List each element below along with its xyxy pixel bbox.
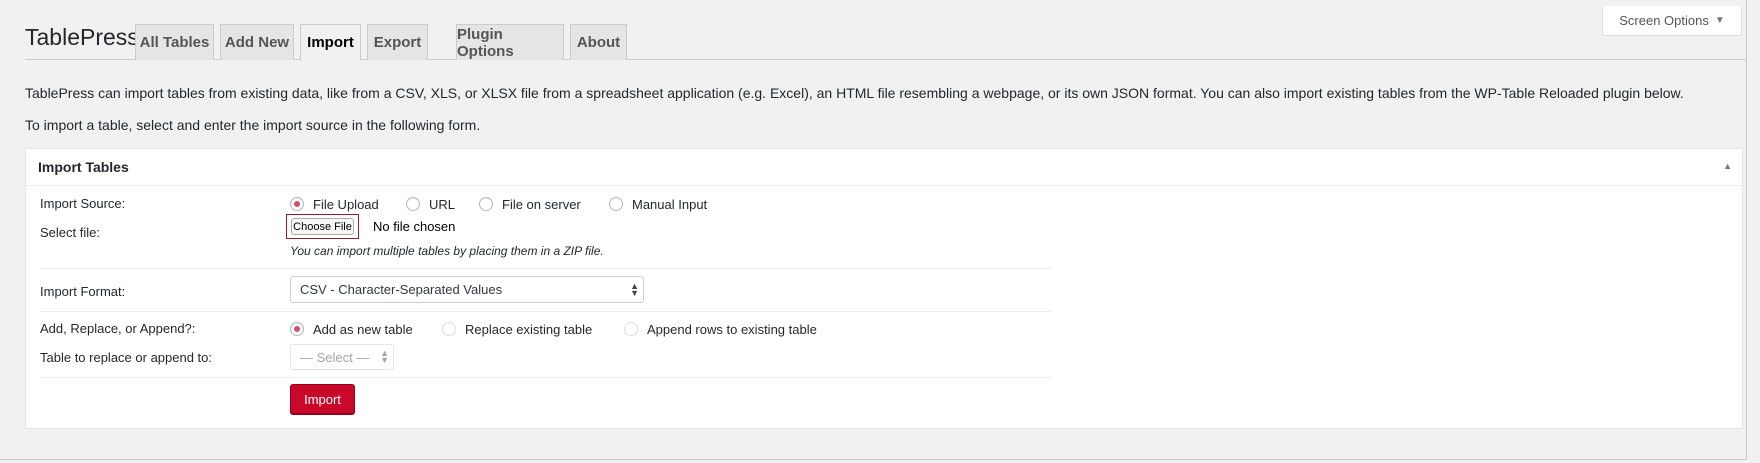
table-to-replace-label: Table to replace or append to: (40, 350, 213, 365)
radio-add-new-table-label[interactable]: Add as new table (313, 322, 413, 337)
file-button-highlight: Choose File (286, 214, 359, 239)
radio-manual-input-label[interactable]: Manual Input (632, 197, 707, 212)
separator (40, 268, 1052, 269)
radio-append-rows[interactable] (624, 322, 638, 336)
radio-replace-existing[interactable] (442, 322, 456, 336)
screen-options-label: Screen Options (1619, 13, 1709, 28)
tab-add-new[interactable]: Add New (220, 24, 294, 60)
radio-append-rows-label[interactable]: Append rows to existing table (647, 322, 817, 337)
choose-file-button[interactable]: Choose File (291, 218, 354, 235)
tab-export[interactable]: Export (367, 24, 428, 60)
import-format-value: CSV - Character-Separated Values (300, 282, 503, 297)
zip-hint: You can import multiple tables by placin… (290, 244, 604, 258)
import-tables-panel: Import Tables ▲ (25, 148, 1743, 429)
intro-instructions: To import a table, select and enter the … (25, 117, 481, 133)
table-to-replace-select[interactable]: — Select — ▲ ▼ (290, 344, 394, 370)
radio-url[interactable] (406, 197, 420, 211)
tab-about[interactable]: About (570, 24, 627, 60)
radio-file-upload[interactable] (290, 197, 304, 211)
table-to-replace-value: — Select — (300, 349, 370, 365)
radio-add-new-table[interactable] (290, 322, 304, 336)
select-arrows-icon: ▲ ▼ (380, 348, 389, 365)
import-source-label: Import Source: (40, 196, 126, 211)
radio-manual-input[interactable] (609, 197, 623, 211)
panel-title: Import Tables (38, 159, 129, 175)
intro-text: TablePress can import tables from existi… (25, 85, 1684, 101)
import-format-label: Import Format: (40, 284, 126, 299)
import-button[interactable]: Import (290, 384, 355, 414)
collapse-arrow-icon[interactable]: ▲ (1723, 161, 1732, 171)
separator (40, 311, 1052, 312)
app-title: TablePress (25, 24, 139, 50)
separator (40, 377, 1052, 378)
radio-replace-existing-label[interactable]: Replace existing table (465, 322, 592, 337)
tab-plugin-options[interactable]: Plugin Options (456, 24, 564, 60)
tab-import[interactable]: Import (300, 24, 361, 61)
select-file-label: Select file: (40, 225, 100, 240)
screen-options-button[interactable]: Screen Options ▼ (1602, 6, 1742, 36)
select-arrows-icon: ▲ ▼ (630, 280, 639, 298)
add-replace-label: Add, Replace, or Append?: (40, 321, 196, 336)
radio-file-on-server[interactable] (479, 197, 493, 211)
file-status: No file chosen (373, 219, 456, 234)
caret-down-icon: ▼ (1714, 15, 1725, 26)
radio-file-upload-label[interactable]: File Upload (313, 197, 379, 212)
radio-file-on-server-label[interactable]: File on server (502, 197, 581, 212)
import-format-select[interactable]: CSV - Character-Separated Values ▲ ▼ (290, 276, 644, 303)
page-frame: Screen Options ▼ TablePress All Tables A… (0, 0, 1747, 460)
panel-header: Import Tables ▲ (26, 149, 1742, 186)
radio-url-label[interactable]: URL (429, 197, 455, 212)
tab-all-tables[interactable]: All Tables (135, 24, 214, 60)
